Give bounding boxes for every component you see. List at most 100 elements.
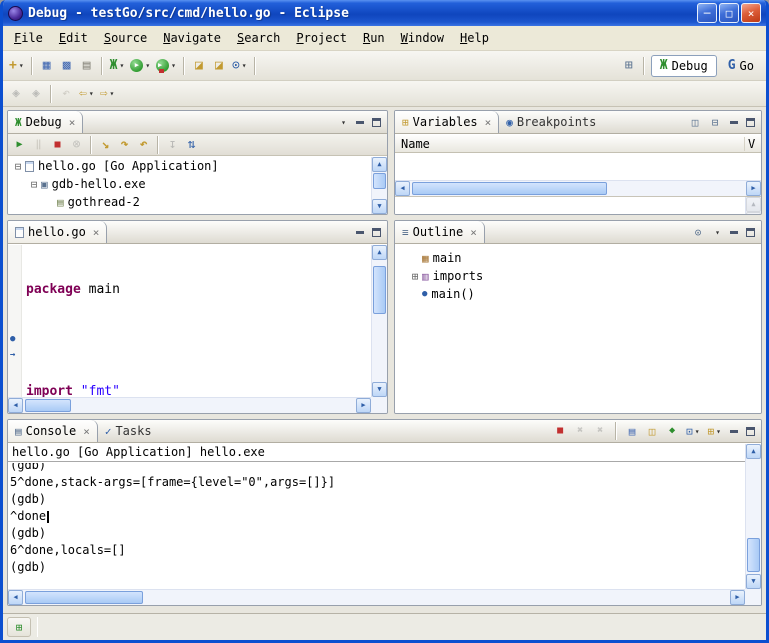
outline-item-imports[interactable]: ⊞ ▥ imports xyxy=(395,267,761,285)
perspective-debug-button[interactable]: Ж Debug xyxy=(651,55,717,77)
variables-tree[interactable] xyxy=(395,153,761,180)
vertical-scrollbar[interactable]: ▲ ▼ xyxy=(745,444,761,589)
menu-search[interactable]: Search xyxy=(229,28,288,48)
fast-view-button[interactable]: ⊞ xyxy=(7,617,31,637)
menu-file[interactable]: File xyxy=(6,28,51,48)
scroll-right-button[interactable]: ▶ xyxy=(746,181,761,196)
name-column-header[interactable]: Name xyxy=(395,137,745,151)
tab-breakpoints[interactable]: ◉ Breakpoints xyxy=(499,111,603,133)
tab-debug[interactable]: Ж Debug × xyxy=(8,111,83,133)
scroll-right-button[interactable]: ▶ xyxy=(356,398,371,413)
step-over-button[interactable]: ↷ xyxy=(115,135,134,154)
chevron-down-icon[interactable]: ▾ xyxy=(109,89,114,98)
scroll-up-button[interactable]: ▲ xyxy=(746,444,761,459)
previous-annotation-button[interactable]: ◈ xyxy=(6,83,26,105)
scroll-left-button[interactable]: ◀ xyxy=(395,181,410,196)
vertical-scrollbar[interactable]: ▲ ▼ xyxy=(745,197,761,214)
code-line[interactable]: import "fmt" xyxy=(26,383,371,397)
menu-edit[interactable]: Edit xyxy=(51,28,96,48)
collapse-all-button[interactable]: ⊟ xyxy=(706,113,724,131)
maximize-view-button[interactable] xyxy=(369,115,384,130)
menu-run[interactable]: Run xyxy=(355,28,393,48)
code-line[interactable] xyxy=(26,332,371,349)
window-titlebar[interactable]: Debug - testGo/src/cmd/hello.go - Eclips… xyxy=(3,0,766,26)
scroll-left-button[interactable]: ◀ xyxy=(8,590,23,605)
editor-gutter[interactable]: ● → xyxy=(8,245,22,397)
open-console-button[interactable]: ⊞ ▾ xyxy=(705,422,724,440)
tree-row[interactable]: ▤ gothread-2 xyxy=(8,193,371,211)
scrollbar-track[interactable] xyxy=(410,181,746,196)
drop-to-frame-button[interactable]: ↧ xyxy=(163,135,182,154)
resume-button[interactable]: ▶ xyxy=(10,135,29,154)
expander-icon[interactable]: ⊞ xyxy=(409,271,421,282)
close-icon[interactable]: × xyxy=(485,117,492,128)
minimize-view-button[interactable] xyxy=(726,225,741,240)
debug-launch-tree[interactable]: ⊟ hello.go [Go Application] ⊟ ▣ gdb-hell… xyxy=(8,157,371,214)
minimize-view-button[interactable] xyxy=(726,424,741,439)
menu-source[interactable]: Source xyxy=(96,28,155,48)
save-all-button[interactable]: ▩ xyxy=(57,55,77,77)
outline-tree[interactable]: ▦ main ⊞ ▥ imports ● main() xyxy=(395,245,761,413)
horizontal-scrollbar[interactable]: ◀ ▶ xyxy=(8,589,745,605)
maximize-view-button[interactable] xyxy=(743,225,758,240)
open-folder-button[interactable]: ◪ xyxy=(189,55,209,77)
step-return-button[interactable]: ↶ xyxy=(134,135,153,154)
scroll-down-button[interactable]: ▼ xyxy=(746,574,761,589)
scroll-down-button[interactable]: ▼ xyxy=(372,382,387,397)
menu-window[interactable]: Window xyxy=(393,28,452,48)
menu-help[interactable]: Help xyxy=(452,28,497,48)
close-icon[interactable]: × xyxy=(83,426,90,437)
step-filters-button[interactable]: ⇅ xyxy=(182,135,201,154)
expander-icon[interactable]: ⊟ xyxy=(28,179,40,190)
console-terminate-button[interactable]: ■ xyxy=(551,422,569,440)
minimize-view-button[interactable] xyxy=(352,225,367,240)
scrollbar-track[interactable] xyxy=(23,590,730,605)
scroll-down-button[interactable]: ▼ xyxy=(746,212,761,215)
scrollbar-thumb[interactable] xyxy=(412,182,607,195)
scrollbar-track[interactable] xyxy=(372,172,387,199)
scrollbar-thumb[interactable] xyxy=(373,266,386,314)
search-button[interactable]: ⊙ ▾ xyxy=(229,55,250,77)
perspective-go-button[interactable]: G Go xyxy=(719,55,763,77)
scroll-up-button[interactable]: ▲ xyxy=(746,197,761,212)
chevron-down-icon[interactable]: ▾ xyxy=(171,61,176,70)
code-line[interactable]: package main xyxy=(26,281,371,298)
suspend-button[interactable]: ‖ xyxy=(29,135,48,154)
next-annotation-button[interactable]: ◈ xyxy=(26,83,46,105)
variables-column-header[interactable]: Name V xyxy=(395,135,761,153)
outline-item-main-func[interactable]: ● main() xyxy=(395,285,761,303)
tab-tasks[interactable]: ✓ Tasks xyxy=(98,420,159,442)
scrollbar-thumb[interactable] xyxy=(747,538,760,572)
show-type-names-button[interactable]: ◫ xyxy=(686,113,704,131)
view-menu-button[interactable]: ▾ xyxy=(335,115,350,130)
remove-all-launches-button[interactable]: ✖ xyxy=(591,422,609,440)
scrollbar-thumb[interactable] xyxy=(25,399,71,412)
maximize-view-button[interactable] xyxy=(743,115,758,130)
close-icon[interactable]: × xyxy=(93,227,100,238)
chevron-down-icon[interactable]: ▾ xyxy=(716,427,721,436)
terminate-button[interactable]: ■ xyxy=(48,135,67,154)
scroll-up-button[interactable]: ▲ xyxy=(372,245,387,260)
scrollbar-track[interactable] xyxy=(746,459,761,574)
view-menu-button[interactable]: ▾ xyxy=(709,225,724,240)
horizontal-scrollbar[interactable]: ◀ ▶ xyxy=(8,397,371,413)
horizontal-scrollbar[interactable]: ◀ ▶ xyxy=(395,180,761,196)
step-into-button[interactable]: ↘ xyxy=(96,135,115,154)
value-column-header[interactable]: V xyxy=(745,137,761,151)
scrollbar-track[interactable] xyxy=(23,398,356,413)
scrollbar-track[interactable] xyxy=(372,260,387,382)
scroll-right-button[interactable]: ▶ xyxy=(730,590,745,605)
outline-item-main[interactable]: ▦ main xyxy=(395,249,761,267)
scroll-down-button[interactable]: ▼ xyxy=(372,199,387,214)
chevron-down-icon[interactable]: ▾ xyxy=(119,61,124,70)
scrollbar-thumb[interactable] xyxy=(373,173,386,189)
menu-navigate[interactable]: Navigate xyxy=(155,28,229,48)
scrollbar-thumb[interactable] xyxy=(25,591,143,604)
minimize-view-button[interactable] xyxy=(352,115,367,130)
tab-console[interactable]: ▤ Console × xyxy=(8,420,98,442)
scroll-up-button[interactable]: ▲ xyxy=(372,157,387,172)
debug-dropdown-button[interactable]: Ж ▾ xyxy=(107,55,128,77)
pin-console-button[interactable]: ◆ xyxy=(663,422,681,440)
breakpoint-icon[interactable]: ● xyxy=(10,335,15,344)
disconnect-button[interactable]: ⊗ xyxy=(67,135,86,154)
